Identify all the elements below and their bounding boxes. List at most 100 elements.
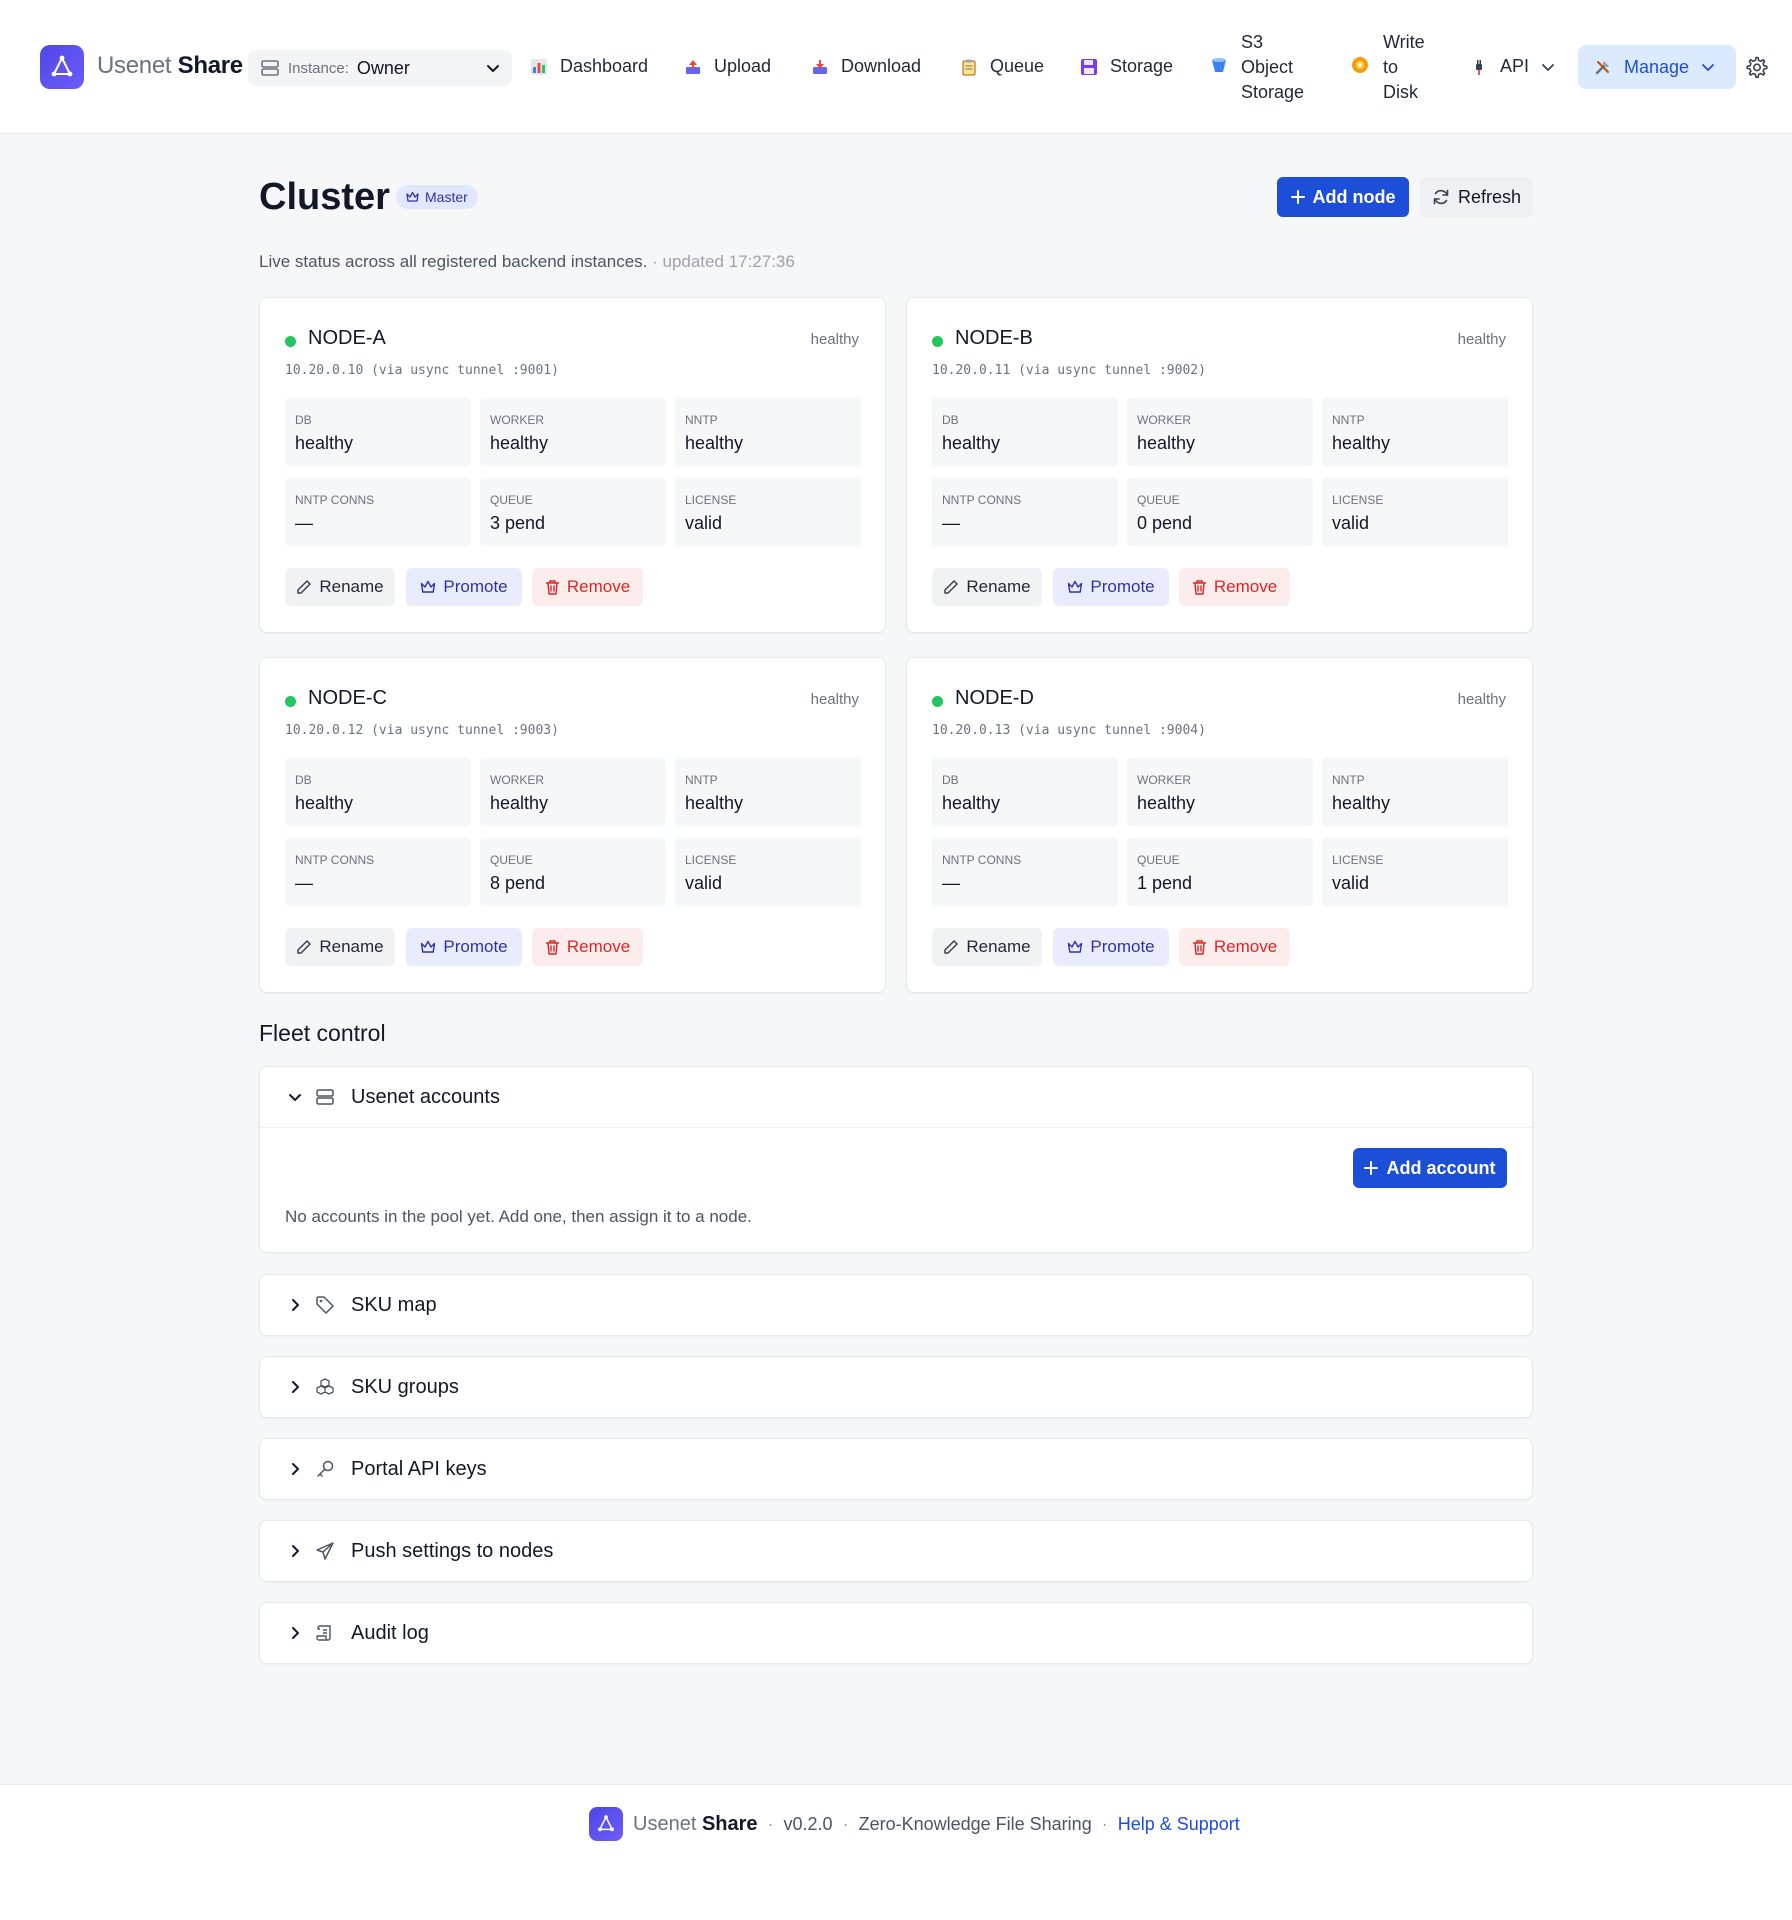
promote-button[interactable]: Promote (406, 568, 522, 606)
manage-menu-button[interactable]: Manage (1578, 45, 1736, 89)
nav-download[interactable]: Download (811, 56, 921, 77)
nav-dashboard[interactable]: Dashboard (530, 56, 648, 77)
promote-button[interactable]: Promote (406, 928, 522, 966)
sku-map-header[interactable]: SKU map (260, 1275, 1532, 1335)
metric-label: QUEUE (490, 493, 533, 507)
metric-queue: QUEUE 1 pend (1127, 838, 1313, 906)
app-logo[interactable] (40, 45, 84, 89)
metric-label: DB (295, 773, 312, 787)
chevron-right-icon (292, 1627, 299, 1639)
metric-nntp-conns: NNTP CONNS — (932, 838, 1118, 906)
metric-value: healthy (490, 793, 549, 813)
rename-label: Rename (319, 577, 384, 596)
rename-label: Rename (966, 577, 1031, 596)
rename-button[interactable]: Rename (285, 568, 395, 606)
nav-write-to-disk[interactable]: Write to Disk (1383, 30, 1425, 105)
nav-storage[interactable]: Storage (1080, 56, 1173, 77)
node-name: NODE-B (955, 327, 1033, 349)
metric-label: WORKER (1137, 773, 1191, 787)
sku-map-title: SKU map (351, 1293, 437, 1316)
add-node-label: Add node (1312, 186, 1396, 207)
node-card-node-a: NODE-A healthy 10.20.0.10 (via usync tun… (259, 297, 886, 633)
audit-log-panel: Audit log (259, 1602, 1533, 1664)
nav-s3-line3: Storage (1241, 82, 1305, 102)
audit-log-header[interactable]: Audit log (260, 1603, 1532, 1663)
push-settings-header[interactable]: Push settings to nodes (260, 1521, 1532, 1581)
crown-icon (1068, 940, 1083, 953)
metric-value: valid (685, 873, 723, 893)
node-address: 10.20.0.13 (via usync tunnel :9004) (932, 723, 1206, 738)
nav-queue[interactable]: Queue (960, 56, 1044, 77)
rename-button[interactable]: Rename (932, 568, 1042, 606)
remove-button[interactable]: Remove (532, 568, 643, 606)
crown-icon (1068, 580, 1083, 593)
remove-button[interactable]: Remove (1179, 928, 1290, 966)
metric-label: WORKER (1137, 413, 1191, 427)
metric-nntp-conns: NNTP CONNS — (932, 478, 1118, 546)
promote-label: Promote (1090, 577, 1155, 596)
node-card-node-c: NODE-C healthy 10.20.0.12 (via usync tun… (259, 657, 886, 993)
status-dot (285, 696, 296, 707)
metric-value: healthy (1332, 793, 1391, 813)
plus-icon (1290, 190, 1305, 204)
metric-label: LICENSE (1332, 493, 1384, 507)
metric-value: — (942, 513, 960, 533)
updated-timestamp: · updated 17:27:36 (652, 252, 795, 271)
sku-groups-title: SKU groups (351, 1375, 459, 1398)
metric-value: healthy (685, 793, 744, 813)
metric-value: healthy (1137, 793, 1196, 813)
help-support-link[interactable]: Help & Support (1118, 1814, 1240, 1835)
metric-label: DB (942, 413, 959, 427)
metric-label: NNTP (1332, 773, 1365, 787)
nav-api[interactable]: API (1470, 56, 1555, 77)
metric-nntp-conns: NNTP CONNS — (285, 838, 471, 906)
metric-value: valid (1332, 513, 1370, 533)
send-icon (316, 1542, 334, 1560)
nav-write-to-disk-icon-wrap[interactable] (1351, 56, 1369, 74)
bucket-icon (1210, 56, 1228, 74)
rename-button[interactable]: Rename (932, 928, 1042, 966)
nav-dashboard-label: Dashboard (560, 56, 649, 76)
nav-write-line1: Write (1383, 32, 1425, 52)
metric-nntp-conns: NNTP CONNS — (285, 478, 471, 546)
add-account-button[interactable]: Add account (1353, 1148, 1507, 1188)
trash-icon (545, 580, 560, 595)
nav-s3-object-storage-icon-wrap[interactable] (1210, 56, 1228, 74)
metric-label: DB (942, 773, 959, 787)
metric-label: LICENSE (685, 853, 737, 867)
instance-value: Owner (356, 57, 410, 78)
metric-license: LICENSE valid (675, 478, 861, 546)
metric-value: healthy (685, 433, 744, 453)
settings-gear-icon[interactable] (1744, 55, 1768, 79)
chevron-right-icon (292, 1381, 299, 1393)
status-dot (285, 336, 296, 347)
instance-selector[interactable]: Instance: Owner (248, 50, 512, 86)
remove-button[interactable]: Remove (1179, 568, 1290, 606)
instance-label: Instance: (288, 59, 349, 77)
rename-button[interactable]: Rename (285, 928, 395, 966)
chevron-down-icon (1542, 63, 1554, 71)
metric-value: valid (1332, 873, 1370, 893)
metric-label: NNTP (685, 773, 718, 787)
footer-row: Usenet Share · v0.2.0 · Zero-Knowledge F… (589, 1807, 1240, 1841)
metric-label: NNTP CONNS (942, 493, 1022, 507)
nav-s3-object-storage[interactable]: S3 Object Storage (1241, 30, 1304, 105)
server-icon (261, 60, 279, 76)
add-node-button[interactable]: Add node (1277, 177, 1409, 217)
portal-api-keys-header[interactable]: Portal API keys (260, 1439, 1532, 1499)
chevron-right-icon (292, 1299, 299, 1311)
refresh-button[interactable]: Refresh (1420, 177, 1533, 217)
refresh-icon (1433, 189, 1449, 205)
sku-groups-header[interactable]: SKU groups (260, 1357, 1532, 1417)
metric-value: healthy (295, 433, 354, 453)
footer: Usenet Share · v0.2.0 · Zero-Knowledge F… (0, 1784, 1792, 1920)
crown-icon (421, 940, 436, 953)
promote-button[interactable]: Promote (1053, 928, 1169, 966)
nav-upload[interactable]: Upload (684, 56, 771, 77)
master-badge: Master (396, 185, 478, 209)
remove-button[interactable]: Remove (532, 928, 643, 966)
separator: · (1101, 1813, 1108, 1834)
usenet-accounts-header[interactable]: Usenet accounts (260, 1067, 1532, 1127)
node-status: healthy (810, 691, 859, 708)
promote-button[interactable]: Promote (1053, 568, 1169, 606)
